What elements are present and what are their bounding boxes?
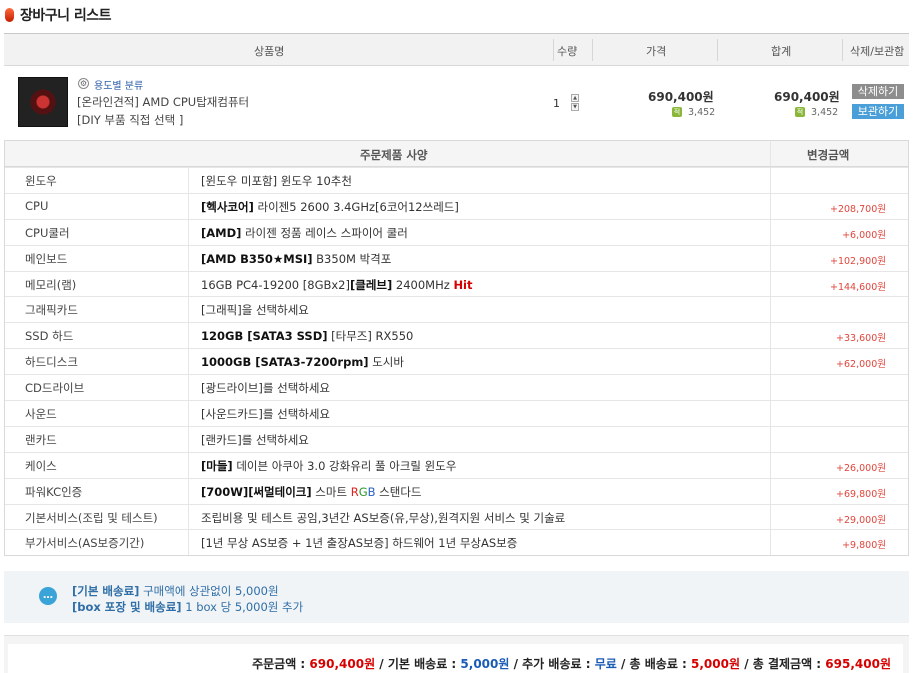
- spec-label: 그래픽카드: [25, 303, 78, 318]
- spec-price: +69,800원: [836, 488, 886, 500]
- bullet-icon: [5, 8, 14, 22]
- order-total-bar: 주문금액 : 690,400원 / 기본 배송료 : 5,000원 / 추가 배…: [4, 635, 909, 673]
- spec-table: 주문제품 사양 변경금액 윈도우 [윈도우 미포함] 윈도우 10추천 CPU …: [4, 140, 909, 557]
- spec-row-mainboard: 메인보드 [AMD B350★MSI] B350M 박격포 +102,900원: [5, 244, 908, 271]
- spec-row-sound: 사운드 [사운드카드]를 선택하세요: [5, 400, 908, 426]
- spec-label: CPU: [25, 198, 49, 213]
- spec-row-hdd: 하드디스크 1000GB [SATA3-7200rpm] 도시바 +62,000…: [5, 348, 908, 375]
- col-action: 삭제/보관함: [850, 45, 905, 58]
- product-option: [DIY 부품 직접 선택 ]: [77, 113, 184, 127]
- quantity-value: 1: [553, 97, 560, 110]
- product-thumbnail[interactable]: [18, 77, 68, 127]
- page-title: 장바구니 리스트: [20, 8, 112, 24]
- spec-label: 기본서비스(조립 및 테스트): [25, 510, 158, 525]
- col-divider: [717, 39, 718, 61]
- item-price: 690,400원: [648, 90, 714, 104]
- spec-row-cpu-cooler: CPU쿨러 [AMD] 라이젠 정품 레이스 스파이어 쿨러 +6,000원: [5, 218, 908, 245]
- category-icon: ⚙: [78, 78, 89, 89]
- spec-label: 윈도우: [25, 174, 57, 188]
- spec-row-basic-service: 기본서비스(조립 및 테스트) 조립비용 및 테스트 공임,3년간 AS보증(유…: [5, 503, 908, 530]
- spec-price: +29,000원: [836, 514, 886, 526]
- spec-value: [헥사코어] 라이젠5 2600 3.4GHz[6코어12쓰레드]: [201, 199, 459, 214]
- category-link[interactable]: 용도별 분류: [94, 77, 143, 92]
- spec-value: [마들] 데이븐 아쿠아 3.0 강화유리 풀 아크릴 윈도우: [201, 458, 457, 473]
- product-name[interactable]: [온라인견적] AMD CPU탑재컴퓨터: [77, 94, 249, 110]
- spec-label: 하드디스크: [25, 355, 78, 370]
- col-divider: [842, 39, 843, 61]
- col-total: 합계: [771, 45, 792, 58]
- shipping-line-basic: [기본 배송료] 구매액에 상관없이 5,000원: [72, 584, 279, 598]
- spec-label: 부가서비스(AS보증기간): [25, 536, 145, 551]
- info-bubble-icon: …: [39, 587, 57, 605]
- spec-label: 메모리(램): [25, 277, 77, 292]
- delete-button[interactable]: 삭제하기: [852, 84, 904, 99]
- col-qty: 수량: [557, 45, 578, 58]
- col-divider: [592, 39, 593, 61]
- col-change-price: 변경금액: [807, 148, 850, 162]
- col-divider: [770, 141, 771, 166]
- col-divider: [553, 39, 554, 61]
- col-spec: 주문제품 사양: [360, 148, 428, 162]
- spec-row-cd-drive: CD드라이브 [광드라이브]를 선택하세요: [5, 374, 908, 401]
- spec-price: +6,000원: [842, 229, 886, 241]
- col-price: 가격: [646, 45, 667, 58]
- spec-label: 사운드: [25, 407, 57, 422]
- spec-value: 조립비용 및 테스트 공임,3년간 AS보증(유,무상),원격지원 서비스 및 …: [201, 510, 566, 525]
- spec-value: 120GB [SATA3 SSD] [타무즈] RX550: [201, 329, 414, 344]
- spec-value: 16GB PC4-19200 [8GBx2][클레브] 2400MHz Hit: [201, 277, 473, 292]
- spec-label: SSD 하드: [25, 329, 74, 344]
- spec-row-graphics: 그래픽카드 [그래픽]을 선택하세요: [5, 296, 908, 323]
- spec-value: [AMD] 라이젠 정품 레이스 스파이어 쿨러: [201, 225, 408, 240]
- cart-item-row: ⚙ 용도별 분류 [온라인견적] AMD CPU탑재컴퓨터 [DIY 부품 직접…: [4, 67, 909, 135]
- spec-value: [윈도우 미포함] 윈도우 10추천: [201, 174, 352, 188]
- spec-row-case: 케이스 [마들] 데이븐 아쿠아 3.0 강화유리 풀 아크릴 윈도우 +26,…: [5, 451, 908, 478]
- spec-table-header: 주문제품 사양 변경금액: [5, 141, 908, 167]
- col-product: 상품명: [254, 45, 285, 58]
- spec-label: CPU쿨러: [25, 225, 70, 240]
- order-total-summary: 주문금액 : 690,400원 / 기본 배송료 : 5,000원 / 추가 배…: [252, 657, 891, 671]
- order-total-panel: 주문금액 : 690,400원 / 기본 배송료 : 5,000원 / 추가 배…: [8, 644, 903, 673]
- spec-value: [광드라이브]를 선택하세요: [201, 381, 331, 396]
- spec-label: 랜카드: [25, 432, 57, 447]
- spec-row-power: 파워KC인증 [700W][써멀테이크] 스마트 RGB 스탠다드 +69,80…: [5, 477, 908, 504]
- shipping-info: … [기본 배송료] 구매액에 상관없이 5,000원 [box 포장 및 배송…: [4, 571, 909, 623]
- spec-price: +62,000원: [836, 359, 886, 371]
- spec-row-cpu: CPU [헥사코어] 라이젠5 2600 3.4GHz[6코어12쓰레드] +2…: [5, 192, 908, 219]
- page-header: 장바구니 리스트: [0, 0, 915, 32]
- cart-table-header: 상품명 수량 가격 합계 삭제/보관함: [4, 33, 909, 66]
- point-icon: 적: [795, 107, 805, 117]
- spec-price: +102,900원: [830, 255, 886, 267]
- spec-row-lan: 랜카드 [랜카드]를 선택하세요: [5, 425, 908, 452]
- spec-row-extra-service: 부가서비스(AS보증기간) [1년 무상 AS보증 + 1년 출장AS보증] 하…: [5, 529, 908, 556]
- spec-value: [사운드카드]를 선택하세요: [201, 407, 331, 422]
- item-total: 690,400원: [774, 90, 840, 104]
- shipping-line-box: [box 포장 및 배송료] 1 box 당 5,000원 추가: [72, 600, 304, 614]
- spec-label: 파워KC인증: [25, 484, 83, 499]
- spec-value: 1000GB [SATA3-7200rpm] 도시바: [201, 355, 404, 370]
- spec-row-windows: 윈도우 [윈도우 미포함] 윈도우 10추천: [5, 167, 908, 193]
- spec-value: [랜카드]를 선택하세요: [201, 432, 309, 447]
- quantity-down-button[interactable]: ▼: [571, 103, 579, 111]
- spec-label: CD드라이브: [25, 381, 85, 396]
- spec-price: +208,700원: [830, 203, 886, 215]
- spec-value: [700W][써멀테이크] 스마트 RGB 스탠다드: [201, 484, 422, 499]
- item-price-points: 3,452: [688, 107, 716, 118]
- item-total-points: 3,452: [811, 107, 839, 118]
- save-to-wishlist-button[interactable]: 보관하기: [852, 104, 904, 119]
- spec-value: [그래픽]을 선택하세요: [201, 303, 309, 318]
- spec-label: 케이스: [25, 458, 57, 473]
- spec-price: +26,000원: [836, 462, 886, 474]
- spec-label: 메인보드: [25, 251, 68, 266]
- spec-value: [1년 무상 AS보증 + 1년 출장AS보증] 하드웨어 1년 무상AS보증: [201, 536, 518, 551]
- point-icon: 적: [672, 107, 682, 117]
- spec-row-memory: 메모리(램) 16GB PC4-19200 [8GBx2][클레브] 2400M…: [5, 270, 908, 297]
- spec-price: +144,600원: [830, 281, 886, 293]
- quantity-up-button[interactable]: ▲: [571, 94, 579, 102]
- spec-price: +9,800원: [842, 540, 886, 552]
- spec-row-ssd: SSD 하드 120GB [SATA3 SSD] [타무즈] RX550 +33…: [5, 322, 908, 349]
- spec-value: [AMD B350★MSI] B350M 박격포: [201, 251, 392, 266]
- spec-price: +33,600원: [836, 333, 886, 345]
